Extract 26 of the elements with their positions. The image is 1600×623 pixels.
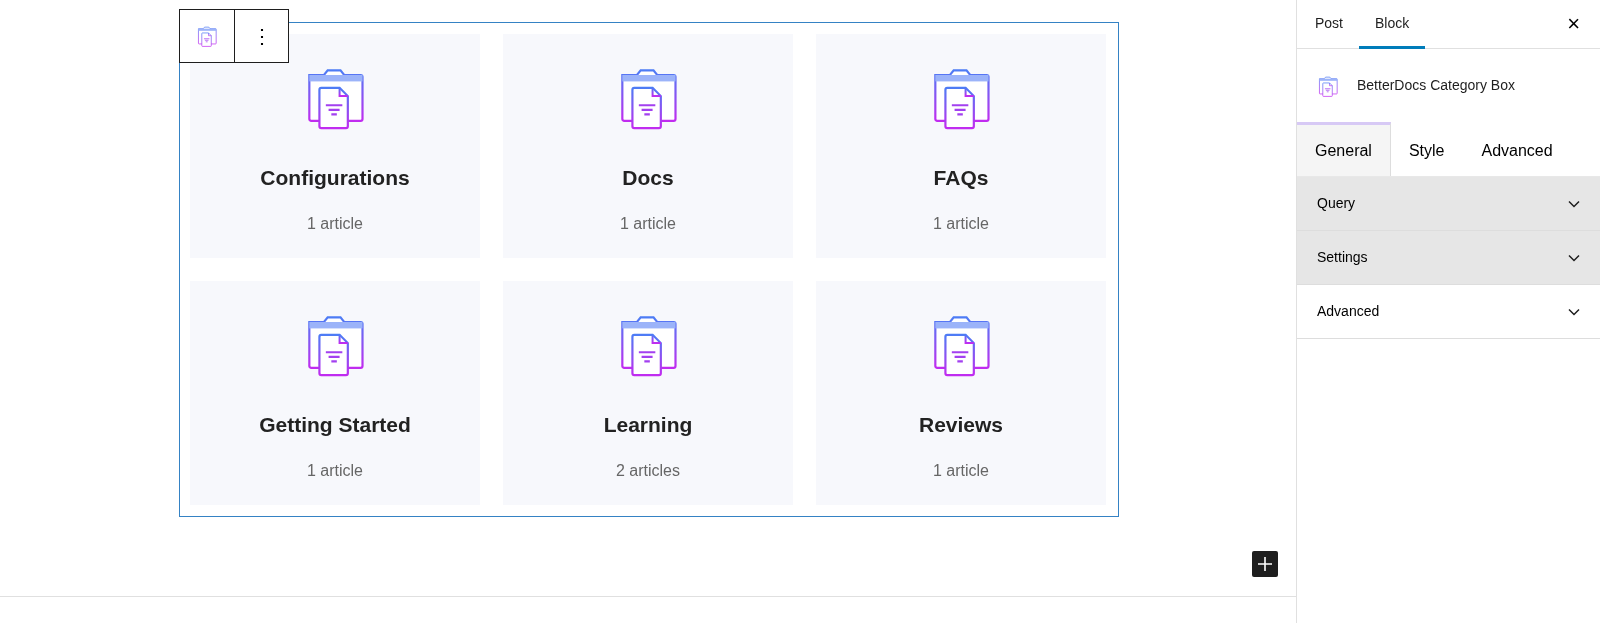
article-count: 1 article <box>620 213 676 234</box>
category-title: Getting Started <box>259 412 411 438</box>
category-title: FAQs <box>933 165 989 191</box>
plus-icon <box>1257 556 1273 572</box>
chevron-down-icon <box>1568 199 1580 208</box>
category-title: Learning <box>603 412 693 438</box>
block-name: BetterDocs Category Box <box>1357 76 1515 95</box>
chevron-down-icon <box>1568 253 1580 262</box>
panel-header[interactable]: Query <box>1297 177 1600 231</box>
chevron-down-icon <box>1568 307 1580 316</box>
article-count: 1 article <box>933 460 989 481</box>
category-box-icon <box>1317 74 1339 97</box>
sidebar-tab[interactable]: Post <box>1299 0 1359 49</box>
close-button[interactable]: × <box>1547 0 1600 48</box>
article-count: 1 article <box>307 213 363 234</box>
panel-header[interactable]: Settings <box>1297 231 1600 285</box>
category-box-icon <box>196 25 218 47</box>
add-block-button[interactable] <box>1252 551 1278 577</box>
settings-tab[interactable]: General <box>1297 122 1391 176</box>
category-title: Docs <box>622 165 674 191</box>
category-title: Configurations <box>260 165 410 191</box>
sidebar-tab[interactable]: Block <box>1359 0 1426 49</box>
article-count: 2 articles <box>616 460 680 481</box>
article-count: 1 article <box>933 213 989 234</box>
article-count: 1 article <box>307 460 363 481</box>
category-title: Reviews <box>918 412 1004 438</box>
